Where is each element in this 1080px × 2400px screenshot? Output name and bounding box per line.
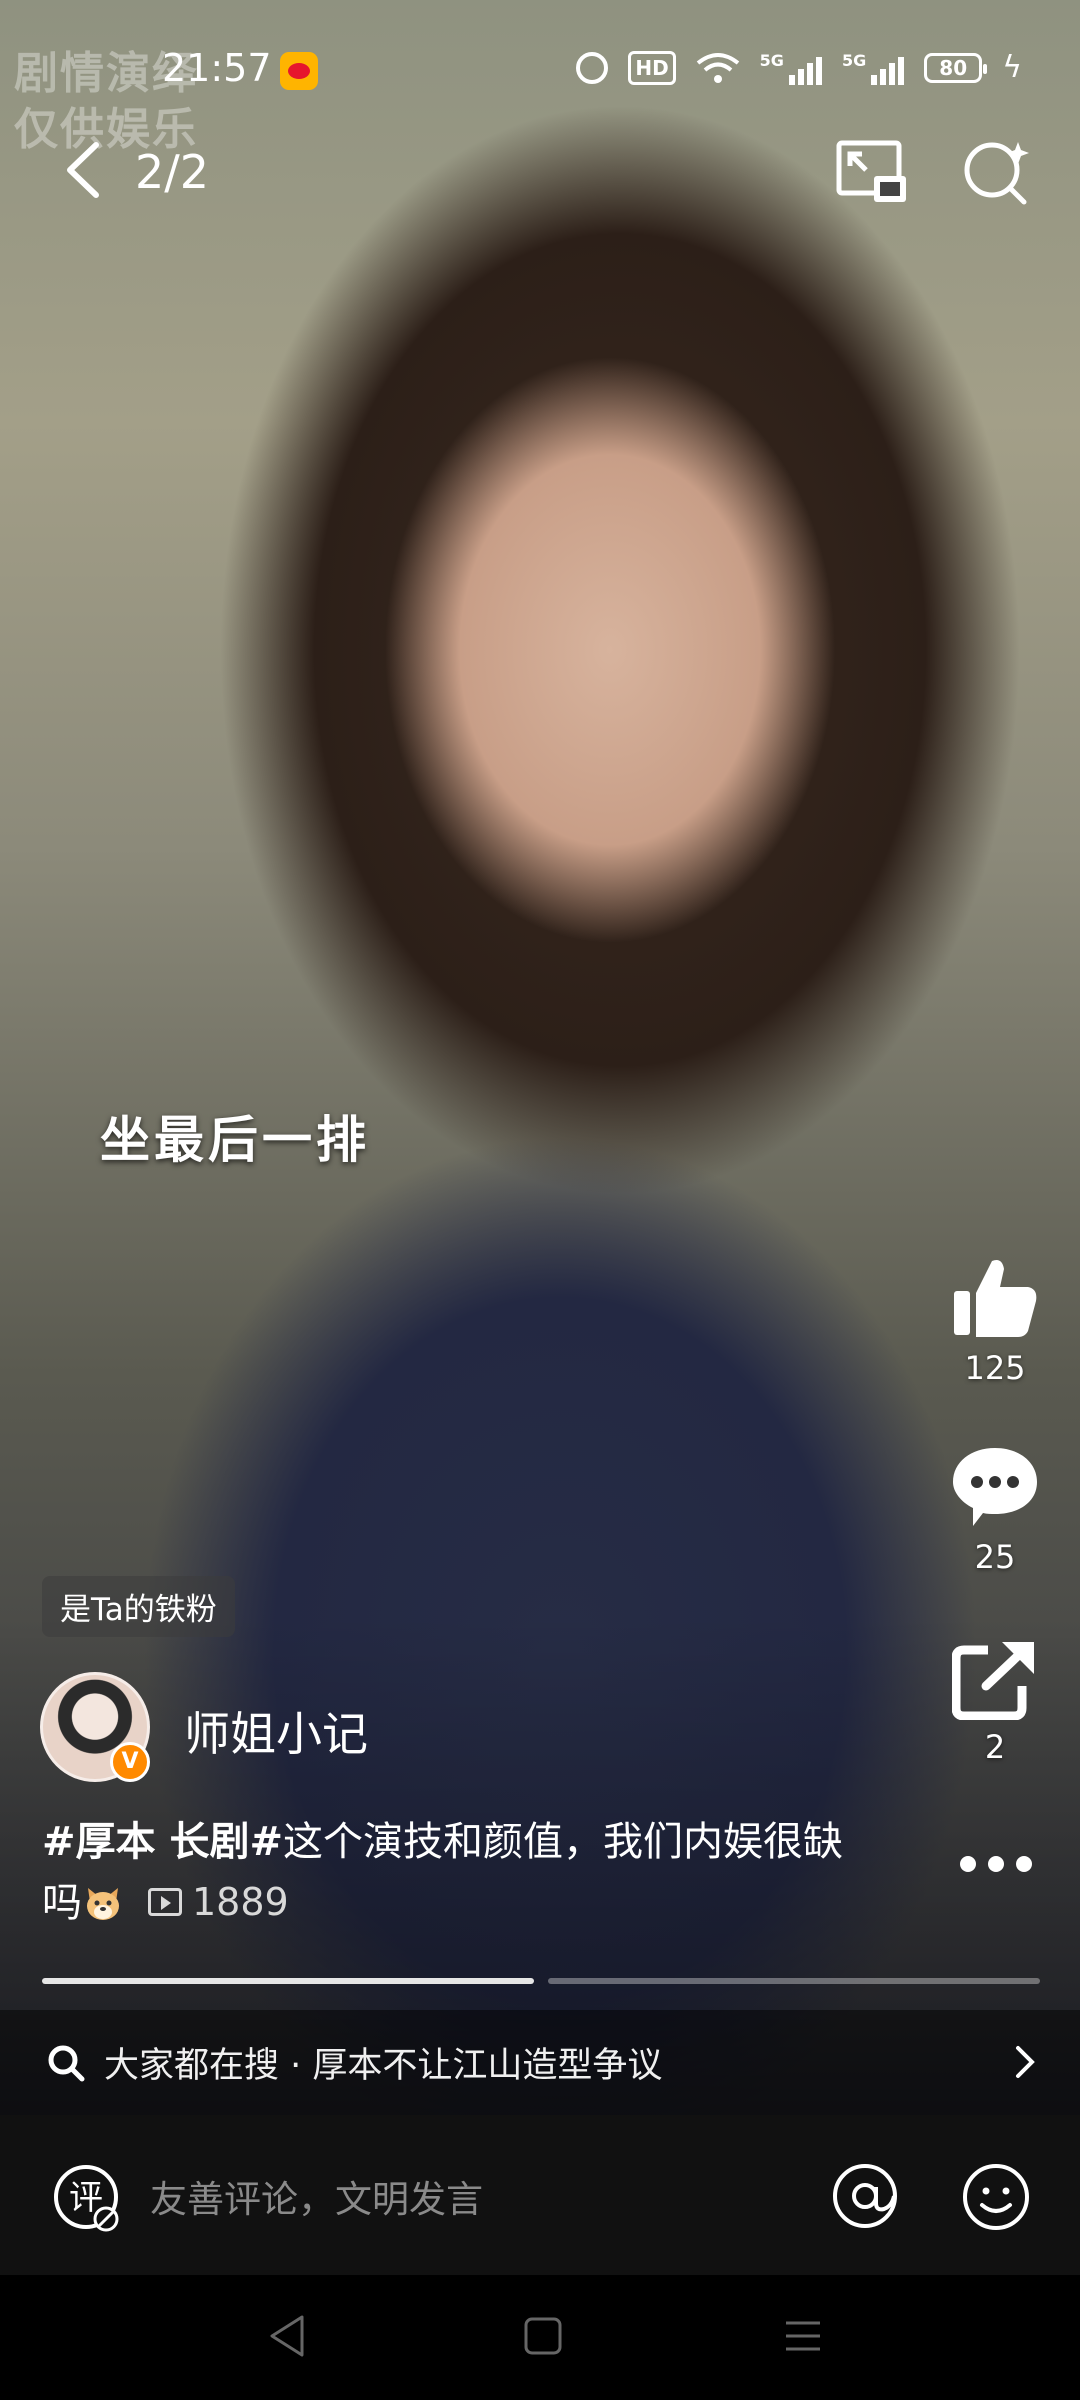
page-counter: 2/2 (135, 145, 210, 199)
mention-at-icon[interactable] (830, 2161, 900, 2231)
nav-back-icon[interactable] (262, 2311, 312, 2361)
verified-badge: V (110, 1742, 150, 1782)
search-icon-top[interactable] (960, 136, 1032, 208)
like-count: 125 (964, 1349, 1026, 1387)
chevron-right-icon (1016, 2046, 1035, 2078)
signal-icon-sim2: 5G (841, 50, 905, 85)
comment-bubble-icon (953, 1448, 1037, 1526)
comment-count: 25 (974, 1538, 1016, 1576)
play-count-icon (148, 1888, 182, 1916)
like-button[interactable]: 125 (940, 1255, 1050, 1387)
share-count: 2 (984, 1728, 1006, 1766)
status-bar: 21:57 HD 5G 5G 80 ϟ (0, 0, 1080, 140)
share-button[interactable]: 2 (940, 1640, 1050, 1766)
comment-button[interactable]: 25 (940, 1444, 1050, 1576)
status-time: 21:57 (162, 46, 272, 90)
emoji-smile-icon[interactable] (960, 2161, 1032, 2233)
picture-in-picture-button[interactable] (836, 140, 908, 204)
wifi-icon (696, 52, 739, 83)
alarm-icon (576, 51, 609, 84)
thumbs-up-icon (954, 1260, 1037, 1337)
share-icon (951, 1642, 1034, 1721)
author-name[interactable]: 师姐小记 (184, 1698, 368, 1764)
nav-home-icon[interactable] (518, 2311, 568, 2361)
more-options-icon[interactable] (956, 1852, 1036, 1876)
video-caption: 坐最后一排 (100, 1111, 370, 1169)
screen: 剧情演绎 仅供娱乐 21:57 HD 5G 5G 80 ϟ 2/2 坐最后一排 … (0, 0, 1080, 2400)
post-hashtag[interactable]: #厚本 长剧# (42, 1819, 283, 1865)
nav-menu-icon[interactable] (778, 2311, 828, 2361)
video-frame[interactable] (0, 0, 1080, 2115)
battery-icon: 80 (924, 52, 988, 83)
dog-emoji-icon (87, 1888, 119, 1920)
charging-bolt-icon: ϟ (1002, 50, 1022, 85)
view-count-value: 1889 (192, 1880, 289, 1924)
network-label-1: 5G (759, 50, 784, 70)
signal-icon-sim1: 5G (760, 51, 822, 85)
status-icons: HD 5G 5G 80 ϟ (576, 50, 1022, 85)
search-icon (48, 2045, 85, 2081)
search-hint-bar[interactable]: 大家都在搜 · 厚本不让江山造型争议 (0, 2010, 1080, 2115)
fan-badge[interactable]: 是Ta的铁粉 (42, 1576, 235, 1637)
comment-settings-icon[interactable]: 评 (50, 2161, 122, 2233)
weibo-icon (280, 52, 318, 90)
hd-icon: HD (628, 50, 676, 85)
system-nav-bar (0, 2275, 1080, 2400)
network-label-2: 5G (841, 50, 867, 70)
progress-segment-2[interactable] (548, 1978, 1040, 1984)
search-hint-text: 大家都在搜 · 厚本不让江山造型争议 (104, 2046, 663, 2086)
back-button[interactable] (56, 140, 116, 200)
view-count: 1889 (148, 1872, 289, 1932)
comment-bar: 评 (0, 2115, 1080, 2275)
comment-input[interactable] (150, 2171, 750, 2227)
progress-segment-1[interactable] (42, 1978, 534, 1984)
post-text[interactable]: #厚本 长剧#这个演技和颜值，我们内娱很缺吗 1889 (42, 1812, 862, 1933)
